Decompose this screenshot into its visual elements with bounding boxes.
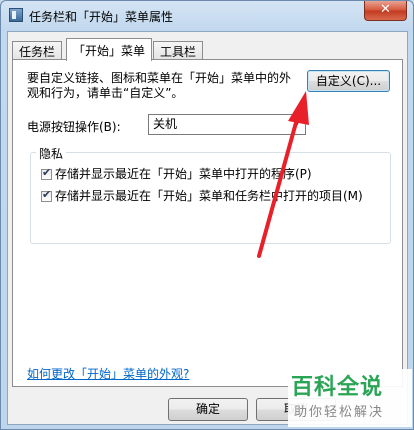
privacy-group-title: 隐私 <box>36 145 67 162</box>
dialog-body: 任务栏 「开始」菜单 工具栏 要自定义链接、图标和菜单在「开始」菜单中的外观和行… <box>7 31 408 425</box>
close-button[interactable]: ✕ <box>364 1 407 21</box>
properties-window: 任务栏和「开始」菜单属性 ✕ 任务栏 「开始」菜单 工具栏 要自定义链接、图标和… <box>0 0 414 430</box>
customize-button[interactable]: 自定义(C)... <box>307 70 390 92</box>
checkmark-icon: ✔ <box>42 188 52 201</box>
tab-taskbar[interactable]: 任务栏 <box>12 41 63 60</box>
power-action-select[interactable]: 关机 ▼ <box>148 114 306 135</box>
privacy-group: 隐私 ✔ 存储并显示最近在「开始」菜单中打开的程序(P) ✔ 存储并显示最近在「开始… <box>30 145 391 244</box>
taskbar-app-icon <box>9 8 23 22</box>
watermark-title: 百科全说 <box>291 375 384 400</box>
customize-description: 要自定义链接、图标和菜单在「开始」菜单中的外观和行为，请单击“自定义”。 <box>27 71 292 100</box>
window-title: 任务栏和「开始」菜单属性 <box>29 10 174 24</box>
privacy-option-recent-items[interactable]: ✔ 存储并显示最近在「开始」菜单和任务栏中打开的项目(M) <box>41 187 363 203</box>
watermark-subtitle: 助你轻松解决 <box>294 405 385 420</box>
start-menu-panel: 要自定义链接、图标和菜单在「开始」菜单中的外观和行为，请单击“自定义”。 自定义… <box>12 59 403 387</box>
power-button-label: 电源按钮操作(B): <box>27 120 121 134</box>
recent-programs-label: 存储并显示最近在「开始」菜单中打开的程序(P) <box>55 167 312 181</box>
ok-button[interactable]: 确定 <box>168 398 248 421</box>
title-bar[interactable]: 任务栏和「开始」菜单属性 ✕ <box>1 1 413 31</box>
tab-start-menu[interactable]: 「开始」菜单 <box>66 38 153 61</box>
dropdown-arrow-icon[interactable]: ▼ <box>288 115 305 134</box>
checkmark-icon: ✔ <box>42 166 52 179</box>
power-action-value: 关机 <box>153 117 178 131</box>
recent-programs-checkbox[interactable]: ✔ <box>41 166 52 180</box>
tab-toolbars[interactable]: 工具栏 <box>153 41 204 60</box>
privacy-option-recent-programs[interactable]: ✔ 存储并显示最近在「开始」菜单中打开的程序(P) <box>41 165 312 181</box>
watermark: 百科全说 助你轻松解决 <box>288 369 412 427</box>
help-link-appearance[interactable]: 如何更改「开始」菜单的外观? <box>27 365 189 382</box>
recent-items-checkbox[interactable]: ✔ <box>41 188 52 202</box>
recent-items-label: 存储并显示最近在「开始」菜单和任务栏中打开的项目(M) <box>55 189 363 203</box>
